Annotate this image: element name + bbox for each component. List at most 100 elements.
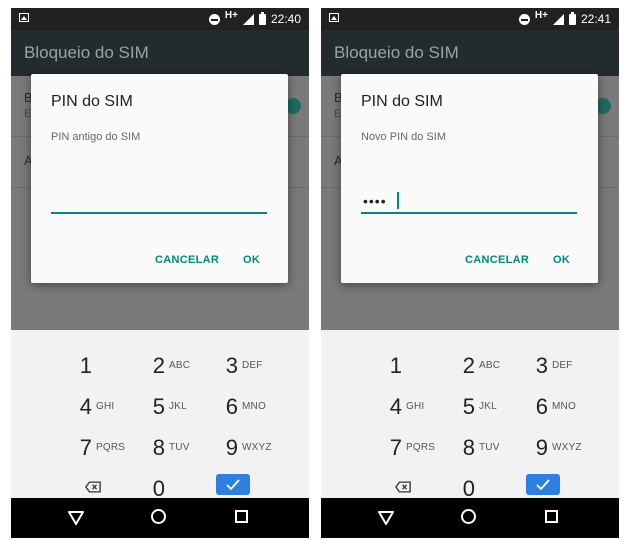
key-9[interactable]: 9 WXYZ — [218, 430, 282, 464]
check-icon — [226, 479, 240, 491]
key-digit: 8 — [152, 435, 165, 460]
key-9[interactable]: 9 WXYZ — [528, 430, 592, 464]
key-digit: 6 — [535, 394, 548, 419]
key-letters: DEF — [552, 360, 573, 371]
clock: 22:41 — [580, 12, 611, 26]
key-letters: WXYZ — [242, 442, 272, 453]
backspace-icon — [395, 481, 411, 493]
key-8[interactable]: 8 TUV — [145, 430, 209, 464]
cancel-button[interactable]: CANCELAR — [155, 254, 219, 266]
cancel-button[interactable]: CANCELAR — [465, 254, 529, 266]
key-letters: ABC — [169, 360, 191, 371]
key-digit: 1 — [389, 353, 402, 378]
key-digit: 3 — [535, 353, 548, 378]
clock: 22:40 — [270, 12, 301, 26]
do-not-disturb-icon — [208, 13, 220, 25]
home-icon[interactable] — [151, 509, 166, 524]
key-letters: MNO — [242, 401, 266, 412]
key-letters: PQRS — [406, 442, 436, 453]
app-bar: Bloqueio do SIM — [11, 30, 309, 76]
page-title: Bloqueio do SIM — [334, 43, 459, 62]
network-type: H+ — [224, 10, 238, 21]
key-letters: MNO — [552, 401, 576, 412]
numeric-keypad: 1 2 ABC 3 DEF 4 GHI 5 JKL 6 MNO 7 PQRS 8 TUV 9W… — [11, 330, 309, 501]
navigation-bar — [11, 498, 309, 538]
pin-input[interactable]: •••• — [361, 184, 577, 214]
navigation-bar — [321, 498, 619, 538]
text-cursor — [397, 192, 399, 209]
key-letters: GHI — [406, 401, 425, 412]
check-icon — [536, 479, 550, 491]
key-letters: JKL — [169, 401, 187, 412]
home-icon[interactable] — [461, 509, 476, 524]
key-letters: TUV — [479, 442, 500, 453]
dialog-title: PIN do SIM — [361, 93, 443, 110]
key-digit: 6 — [225, 394, 238, 419]
phone-screen-1: H+ 22:40 Bloqueio do SIM B E A PIN do SI… — [11, 8, 309, 538]
key-letters: GHI — [96, 401, 115, 412]
key-7[interactable]: 7 PQRS — [72, 430, 136, 464]
done-key[interactable] — [526, 474, 560, 495]
key-5[interactable]: 5 JKL — [145, 389, 209, 423]
key-4[interactable]: 4 GHI — [72, 389, 136, 423]
key-digit: 5 — [462, 394, 475, 419]
key-letters: DEF — [242, 360, 263, 371]
key-letters: PQRS — [96, 442, 126, 453]
signal-icon — [242, 13, 254, 25]
numeric-keypad: 1 2 ABC 3 DEF 4 GHI 5 JKL 6 MNO 7 PQRS 8 TUV 9W… — [321, 330, 619, 501]
key-1[interactable]: 1 — [382, 348, 446, 382]
key-digit: 2 — [462, 353, 475, 378]
phone-screen-2: H+ 22:41 Bloqueio do SIM B E A PIN do SI… — [321, 8, 619, 538]
back-icon[interactable] — [378, 511, 394, 525]
key-digit: 4 — [79, 394, 92, 419]
backspace-icon — [85, 481, 101, 493]
back-icon[interactable] — [68, 511, 84, 525]
key-digit: 3 — [225, 353, 238, 378]
dialog-title: PIN do SIM — [51, 93, 133, 110]
battery-icon — [568, 11, 576, 25]
pin-dialog: PIN do SIM Novo PIN do SIM •••• CANCELAR… — [341, 74, 598, 283]
key-digit: 9 — [225, 435, 238, 460]
key-letters: ABC — [479, 360, 501, 371]
key-2[interactable]: 2 ABC — [455, 348, 519, 382]
key-7[interactable]: 7 PQRS — [382, 430, 446, 464]
app-bar: Bloqueio do SIM — [321, 30, 619, 76]
key-4[interactable]: 4 GHI — [382, 389, 446, 423]
key-6[interactable]: 6 MNO — [218, 389, 282, 423]
key-2[interactable]: 2 ABC — [145, 348, 209, 382]
ok-button[interactable]: OK — [553, 254, 570, 266]
key-5[interactable]: 5 JKL — [455, 389, 519, 423]
pin-field-label: PIN antigo do SIM — [51, 131, 141, 143]
key-digit: 1 — [79, 353, 92, 378]
key-letters: TUV — [169, 442, 190, 453]
key-digit: 5 — [152, 394, 165, 419]
pin-input[interactable] — [51, 184, 267, 214]
network-type: H+ — [534, 10, 548, 21]
recents-icon[interactable] — [545, 510, 558, 523]
image-notification-icon — [329, 13, 339, 22]
pin-dialog: PIN do SIM PIN antigo do SIM CANCELAR OK — [31, 74, 288, 283]
status-bar: H+ 22:40 — [11, 8, 309, 30]
key-digit: 4 — [389, 394, 402, 419]
key-3[interactable]: 3 DEF — [218, 348, 282, 382]
key-digit: 2 — [152, 353, 165, 378]
do-not-disturb-icon — [518, 13, 530, 25]
pin-input-value: •••• — [363, 193, 387, 209]
page-title: Bloqueio do SIM — [24, 43, 149, 62]
key-digit: 9 — [535, 435, 548, 460]
status-bar: H+ 22:41 — [321, 8, 619, 30]
ok-button[interactable]: OK — [243, 254, 260, 266]
signal-icon — [552, 13, 564, 25]
key-6[interactable]: 6 MNO — [528, 389, 592, 423]
key-digit: 8 — [462, 435, 475, 460]
key-letters: WXYZ — [552, 442, 582, 453]
recents-icon[interactable] — [235, 510, 248, 523]
pin-field-label: Novo PIN do SIM — [361, 131, 446, 143]
key-digit: 7 — [389, 435, 402, 460]
key-1[interactable]: 1 — [72, 348, 136, 382]
key-letters: JKL — [479, 401, 497, 412]
image-notification-icon — [19, 13, 29, 22]
key-3[interactable]: 3 DEF — [528, 348, 592, 382]
done-key[interactable] — [216, 474, 250, 495]
key-8[interactable]: 8 TUV — [455, 430, 519, 464]
